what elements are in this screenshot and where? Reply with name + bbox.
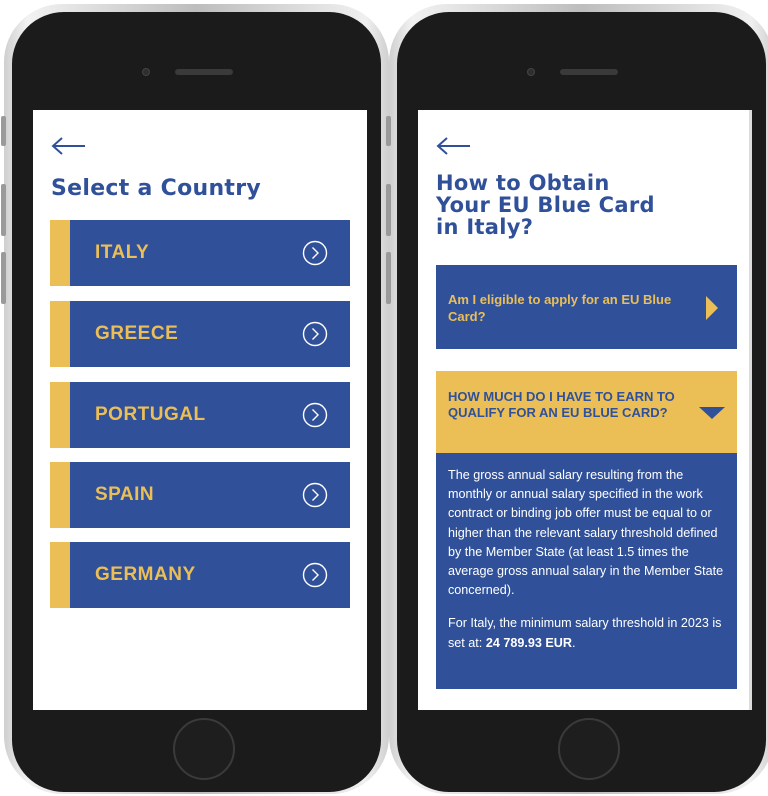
page-title-line: How to Obtain (436, 171, 610, 195)
country-item-greece[interactable]: GREECE (50, 301, 350, 367)
chevron-right-circle-icon (302, 240, 328, 266)
phone-volume-down (1, 252, 6, 304)
phone-mute-switch (386, 116, 391, 146)
home-button[interactable] (558, 718, 620, 780)
country-item-italy[interactable]: ITALY (50, 220, 350, 286)
accent-bar (50, 382, 70, 448)
faq-answer: The gross annual salary resulting from t… (436, 453, 737, 689)
answer-paragraph-threshold: For Italy, the minimum salary threshold … (448, 614, 725, 652)
country-label: ITALY (95, 242, 150, 263)
accent-bar (50, 542, 70, 608)
faq-item-salary[interactable]: HOW MUCH DO I HAVE TO EARN TO QUALIFY FO… (436, 371, 737, 453)
faq-item-eligibility[interactable]: Am I eligible to apply for an EU Blue Ca… (436, 265, 737, 349)
home-button[interactable] (173, 718, 235, 780)
faq-question: HOW MUCH DO I HAVE TO EARN TO QUALIFY FO… (448, 389, 675, 420)
country-label: SPAIN (95, 484, 155, 505)
phone-volume-up (386, 184, 391, 236)
triangle-right-icon (706, 296, 718, 320)
phone-frame-left: Select a Country ITALY GREECE PORTUGAL S… (1, 4, 389, 794)
phone-bezel: How to Obtain Your EU Blue Card in Italy… (397, 12, 766, 792)
phone-bezel: Select a Country ITALY GREECE PORTUGAL S… (12, 12, 381, 792)
screen-blue-card-faq: How to Obtain Your EU Blue Card in Italy… (418, 110, 752, 710)
page-title-line: in Italy? (436, 215, 534, 239)
triangle-down-icon (699, 407, 725, 419)
country-item-spain[interactable]: SPAIN (50, 462, 350, 528)
chevron-right-circle-icon (302, 482, 328, 508)
phone-frame-right: How to Obtain Your EU Blue Card in Italy… (386, 4, 768, 794)
faq-question: Am I eligible to apply for an EU Blue Ca… (448, 292, 672, 324)
threshold-suffix: . (571, 635, 576, 650)
chevron-right-circle-icon (302, 402, 328, 428)
scrollbar[interactable] (749, 110, 752, 710)
accent-bar (50, 462, 70, 528)
earpiece-speaker (560, 69, 618, 75)
front-camera (142, 68, 150, 76)
arrow-left-icon[interactable] (436, 136, 472, 156)
threshold-amount: 24 789.93 EUR (485, 635, 572, 650)
country-label: GREECE (95, 323, 179, 344)
page-title: How to Obtain Your EU Blue Card in Italy… (436, 172, 655, 238)
country-label: GERMANY (95, 564, 196, 585)
country-item-germany[interactable]: GERMANY (50, 542, 350, 608)
page-title: Select a Country (51, 176, 262, 201)
arrow-left-icon[interactable] (51, 136, 87, 156)
phone-volume-down (386, 252, 391, 304)
chevron-right-circle-icon (302, 321, 328, 347)
accent-bar (50, 220, 70, 286)
page-title-line: Your EU Blue Card (436, 193, 655, 217)
screen-select-country: Select a Country ITALY GREECE PORTUGAL S… (33, 110, 367, 710)
chevron-right-circle-icon (302, 562, 328, 588)
country-item-portugal[interactable]: PORTUGAL (50, 382, 350, 448)
accent-bar (50, 301, 70, 367)
earpiece-speaker (175, 69, 233, 75)
answer-paragraph: The gross annual salary resulting from t… (448, 468, 724, 598)
phone-volume-up (1, 184, 6, 236)
front-camera (527, 68, 535, 76)
country-label: PORTUGAL (95, 404, 206, 425)
phone-mute-switch (1, 116, 6, 146)
